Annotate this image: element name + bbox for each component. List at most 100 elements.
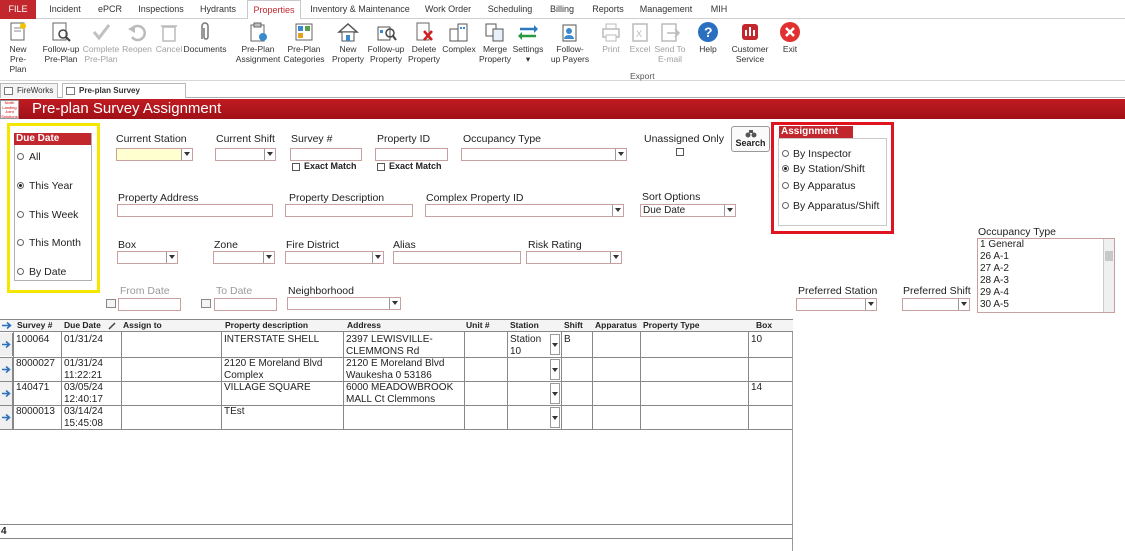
menu-tab-file[interactable]: FILE (0, 0, 36, 19)
col-property-description[interactable]: Property description (225, 319, 308, 332)
table-cell[interactable]: CLEMMONS Rd (346, 346, 419, 357)
property-description-input[interactable] (285, 204, 413, 217)
risk-rating-select[interactable] (526, 251, 622, 264)
menu-tab-management[interactable]: Management (636, 0, 696, 19)
reopen-button[interactable]: Reopen (121, 21, 153, 54)
table-cell[interactable]: 01/31/24 (64, 358, 103, 369)
table-cell[interactable]: 11:22:21 (64, 370, 102, 381)
station-dropdown[interactable] (550, 383, 560, 404)
station-dropdown[interactable] (550, 407, 560, 428)
preferred-station-select[interactable] (796, 298, 877, 311)
box-select[interactable] (117, 251, 178, 264)
table-cell[interactable]: INTERSTATE SHELL (224, 334, 319, 345)
col-survey-number[interactable]: Survey # (17, 319, 52, 332)
neighborhood-select[interactable] (287, 297, 401, 310)
help-button[interactable]: ? Help (694, 21, 722, 54)
occupancy-type-list[interactable]: 1 General 26 A-1 27 A-2 28 A-3 29 A-4 30… (977, 238, 1115, 313)
station-dropdown[interactable] (550, 334, 560, 355)
print-button[interactable]: Print (597, 21, 625, 54)
table-cell[interactable]: 03/05/24 (64, 382, 103, 393)
send-email-button[interactable]: Send To E-mail (653, 21, 687, 64)
cancel-button[interactable]: Cancel (154, 21, 184, 54)
complete-preplan-button[interactable]: Complete Pre-Plan (82, 21, 120, 64)
chevron-down-icon[interactable] (166, 252, 177, 263)
due-date-this-week-radio[interactable] (17, 211, 24, 218)
list-item[interactable]: 30 A-5 (980, 299, 1009, 311)
chevron-down-icon[interactable] (612, 205, 623, 216)
followup-payers-button[interactable]: Follow-up Payers (550, 21, 590, 64)
followup-preplan-button[interactable]: Follow-up Pre-Plan (40, 21, 82, 64)
table-cell[interactable]: MALL Ct Clemmons (346, 394, 435, 405)
occupancy-type-select[interactable] (461, 148, 627, 161)
table-cell[interactable]: TEst (224, 406, 245, 417)
table-cell[interactable]: 14 (751, 382, 762, 393)
unassigned-only-checkbox[interactable] (676, 148, 684, 156)
table-cell[interactable]: Complex (224, 370, 263, 381)
chevron-down-icon[interactable] (958, 299, 969, 310)
preferred-shift-select[interactable] (902, 298, 970, 311)
col-property-type[interactable]: Property Type (643, 319, 700, 332)
col-due-date[interactable]: Due Date (64, 319, 101, 332)
alias-input[interactable] (393, 251, 521, 264)
row-selector[interactable] (0, 406, 13, 429)
new-preplan-button[interactable]: New Pre-Plan (2, 21, 34, 74)
menu-tab-inventory[interactable]: Inventory & Maintenance (306, 0, 414, 19)
list-item[interactable]: 1 General (980, 239, 1024, 251)
menu-tab-billing[interactable]: Billing (544, 0, 580, 19)
complex-property-id-select[interactable] (425, 204, 624, 217)
col-assign-to[interactable]: Assign to (123, 319, 162, 332)
chevron-down-icon[interactable] (181, 149, 192, 160)
new-property-button[interactable]: New Property (330, 21, 366, 64)
delete-property-button[interactable]: Delete Property (406, 21, 442, 64)
menu-tab-incident[interactable]: Incident (42, 0, 88, 19)
table-cell[interactable]: Waukesha 0 53186 (346, 370, 432, 381)
chevron-down-icon[interactable] (865, 299, 876, 310)
by-station-shift-radio[interactable] (782, 165, 789, 172)
property-id-exact-match-checkbox[interactable] (377, 163, 385, 171)
table-cell[interactable]: 01/31/24 (64, 334, 103, 345)
table-cell[interactable]: 15:45:08 (64, 418, 103, 429)
table-cell[interactable]: 8000027 (16, 358, 55, 369)
col-unit-number[interactable]: Unit # (466, 319, 490, 332)
settings-button[interactable]: Settings ▾ (511, 21, 545, 64)
col-address[interactable]: Address (347, 319, 381, 332)
survey-exact-match-checkbox[interactable] (292, 163, 300, 171)
excel-button[interactable]: X Excel (626, 21, 654, 54)
menu-tab-hydrants[interactable]: Hydrants (194, 0, 242, 19)
station-dropdown[interactable] (550, 359, 560, 380)
by-inspector-radio[interactable] (782, 150, 789, 157)
property-address-input[interactable] (117, 204, 273, 217)
table-cell[interactable]: 100064 (16, 334, 49, 345)
preplan-categories-button[interactable]: Pre-Plan Categories (282, 21, 326, 64)
row-selector[interactable] (0, 358, 13, 381)
chevron-down-icon[interactable] (610, 252, 621, 263)
survey-number-input[interactable] (290, 148, 362, 161)
menu-tab-work-order[interactable]: Work Order (420, 0, 476, 19)
table-cell[interactable]: 140471 (16, 382, 49, 393)
menu-tab-inspections[interactable]: Inspections (133, 0, 189, 19)
followup-property-button[interactable]: Follow-up Property (365, 21, 407, 64)
table-cell[interactable]: 12:40:17 (64, 394, 103, 405)
list-item[interactable]: 26 A-1 (980, 251, 1009, 263)
documents-button[interactable]: Documents (183, 21, 227, 54)
by-apparatus-radio[interactable] (782, 182, 789, 189)
from-date-input[interactable] (118, 298, 181, 311)
menu-tab-scheduling[interactable]: Scheduling (482, 0, 538, 19)
col-box[interactable]: Box (756, 319, 772, 332)
by-apparatus-shift-radio[interactable] (782, 202, 789, 209)
tab-fireworks[interactable]: FireWorks (0, 83, 58, 98)
list-item[interactable]: 27 A-2 (980, 263, 1009, 275)
current-station-select[interactable] (116, 148, 193, 161)
calendar-icon[interactable] (106, 299, 116, 308)
to-date-input[interactable] (214, 298, 277, 311)
col-station[interactable]: Station (510, 319, 539, 332)
list-scrollbar[interactable] (1103, 239, 1114, 312)
due-date-this-month-radio[interactable] (17, 239, 24, 246)
chevron-down-icon[interactable] (372, 252, 383, 263)
chevron-down-icon[interactable] (724, 205, 735, 216)
menu-tab-mih[interactable]: MIH (702, 0, 736, 19)
table-cell[interactable]: 10 (510, 346, 521, 357)
due-date-by-date-radio[interactable] (17, 268, 24, 275)
chevron-down-icon[interactable] (615, 149, 626, 160)
table-cell[interactable]: 2120 E Moreland Blvd (346, 358, 444, 369)
